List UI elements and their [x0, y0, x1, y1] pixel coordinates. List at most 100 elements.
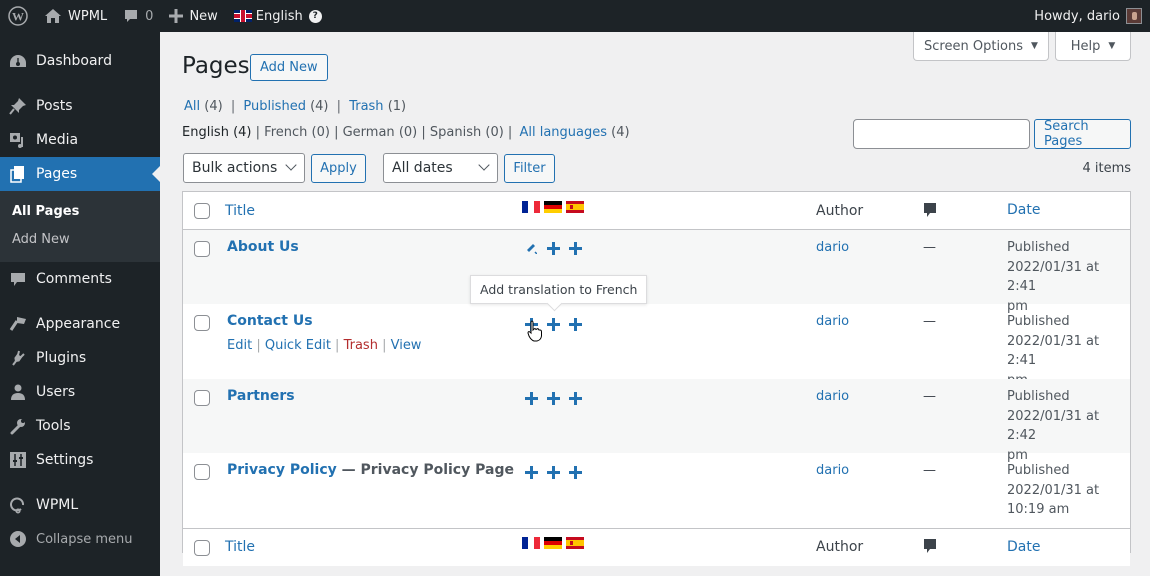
help-icon[interactable]: ?: [308, 9, 322, 23]
view-link[interactable]: View: [391, 338, 422, 353]
row-checkbox[interactable]: [194, 390, 210, 406]
trash-link[interactable]: Trash: [344, 338, 378, 353]
new-content-link[interactable]: New: [161, 0, 225, 32]
language-flags-header: [522, 201, 584, 213]
date-column-footer[interactable]: Date: [1007, 538, 1040, 558]
post-state: — Privacy Policy Page: [336, 462, 514, 478]
submenu-all-pages[interactable]: All Pages: [0, 198, 160, 226]
wordpress-logo-button[interactable]: W: [0, 0, 36, 32]
author-link[interactable]: dario: [816, 463, 849, 478]
admin-bar: W WPML 0 New English ? Howdy, dario: [0, 0, 1150, 32]
sidebar-item-posts[interactable]: Posts: [0, 89, 160, 123]
wrench-icon: [8, 416, 28, 436]
sidebar-item-users[interactable]: Users: [0, 375, 160, 409]
dates-value: All dates: [392, 160, 453, 176]
comment-icon[interactable]: [923, 538, 937, 558]
filter-button[interactable]: Filter: [504, 154, 555, 183]
filter-all[interactable]: All (4): [184, 99, 223, 114]
sidebar-item-label: Settings: [36, 452, 94, 468]
row-checkbox[interactable]: [194, 315, 210, 331]
sidebar-item-label: WPML: [36, 497, 79, 513]
lang-filter-french[interactable]: French (0): [264, 125, 330, 140]
date-column-header[interactable]: Date: [1007, 201, 1040, 221]
sidebar-item-appearance[interactable]: Appearance: [0, 307, 160, 341]
date-cell: Published 2022/01/31 at 10:19 am: [1007, 463, 1100, 517]
avatar: [1126, 8, 1142, 24]
author-link[interactable]: dario: [816, 314, 849, 329]
home-icon: [44, 8, 62, 24]
row-title-link[interactable]: About Us: [227, 239, 299, 255]
site-name-link[interactable]: WPML: [36, 0, 115, 32]
add-translation-icon[interactable]: [546, 465, 560, 479]
sidebar-item-media[interactable]: Media: [0, 123, 160, 157]
row-title-link[interactable]: Partners: [227, 388, 295, 404]
title-column-footer[interactable]: Title: [225, 539, 255, 555]
search-input[interactable]: [853, 119, 1030, 149]
caret-down-icon: ▼: [1108, 41, 1116, 51]
select-all-checkbox[interactable]: [194, 540, 210, 556]
select-all-checkbox[interactable]: [194, 203, 210, 219]
comments-count: —: [923, 314, 936, 329]
sidebar-item-label: Users: [36, 384, 76, 400]
add-translation-icon[interactable]: [524, 465, 538, 479]
quick-edit-link[interactable]: Quick Edit: [265, 338, 331, 353]
add-new-button[interactable]: Add New: [250, 54, 328, 81]
translation-actions: [524, 241, 582, 255]
add-translation-icon[interactable]: [546, 391, 560, 405]
collapse-menu-button[interactable]: Collapse menu: [0, 522, 160, 556]
comments-link[interactable]: 0: [115, 0, 161, 32]
translation-actions: [524, 391, 582, 405]
sidebar-item-wpml[interactable]: WPML: [0, 488, 160, 522]
row-checkbox[interactable]: [194, 464, 210, 480]
lang-filter-german[interactable]: German (0): [343, 125, 418, 140]
help-button[interactable]: Help ▼: [1055, 32, 1131, 61]
sidebar-item-label: Appearance: [36, 316, 121, 332]
sidebar-item-dashboard[interactable]: Dashboard: [0, 44, 160, 78]
row-title-link[interactable]: Privacy Policy: [227, 462, 337, 478]
sidebar-item-settings[interactable]: Settings: [0, 443, 160, 477]
add-translation-icon[interactable]: [568, 391, 582, 405]
search-pages-button[interactable]: Search Pages: [1034, 119, 1131, 149]
row-title-link[interactable]: Contact Us: [227, 313, 313, 329]
title-column-header[interactable]: Title: [225, 203, 255, 219]
bulk-actions-select[interactable]: Bulk actions: [183, 153, 305, 183]
sidebar-item-pages[interactable]: Pages: [0, 157, 160, 191]
add-translation-icon[interactable]: [568, 465, 582, 479]
comments-count: —: [923, 389, 936, 404]
translation-actions: [524, 465, 582, 479]
lang-filter-english[interactable]: English (4): [182, 125, 252, 140]
spanish-flag-icon: [566, 537, 584, 549]
sidebar-item-tools[interactable]: Tools: [0, 409, 160, 443]
lang-filter-spanish[interactable]: Spanish (0): [430, 125, 504, 140]
dashboard-icon: [8, 51, 28, 71]
add-translation-icon[interactable]: [546, 241, 560, 255]
language-label: English: [255, 8, 303, 24]
sidebar-item-comments[interactable]: Comments: [0, 262, 160, 296]
row-checkbox[interactable]: [194, 241, 210, 257]
edit-translation-icon[interactable]: [524, 241, 538, 255]
sidebar-item-plugins[interactable]: Plugins: [0, 341, 160, 375]
my-account[interactable]: Howdy, dario: [1026, 0, 1150, 32]
language-switcher[interactable]: English ?: [226, 0, 330, 32]
apply-button[interactable]: Apply: [311, 154, 366, 183]
sidebar-item-label: Pages: [36, 166, 78, 182]
screen-options-button[interactable]: Screen Options ▼: [913, 32, 1049, 61]
add-translation-icon[interactable]: [524, 391, 538, 405]
lang-filter-all[interactable]: All languages (4): [519, 125, 629, 140]
media-icon: [8, 130, 28, 150]
plug-icon: [8, 348, 28, 368]
site-name: WPML: [68, 8, 108, 24]
table-footer: Title Author Date: [183, 528, 1130, 566]
dates-select[interactable]: All dates: [383, 153, 498, 183]
edit-link[interactable]: Edit: [227, 338, 252, 353]
comment-icon[interactable]: [923, 202, 937, 222]
author-link[interactable]: dario: [816, 389, 849, 404]
add-translation-icon[interactable]: [568, 241, 582, 255]
filter-trash[interactable]: Trash (1): [349, 99, 406, 114]
filter-published[interactable]: Published (4): [243, 99, 328, 114]
add-translation-icon[interactable]: [568, 317, 582, 331]
row-actions: Edit | Quick Edit | Trash | View: [227, 338, 422, 353]
author-link[interactable]: dario: [816, 240, 849, 255]
submenu-add-new[interactable]: Add New: [0, 226, 160, 254]
add-translation-icon[interactable]: [546, 317, 560, 331]
